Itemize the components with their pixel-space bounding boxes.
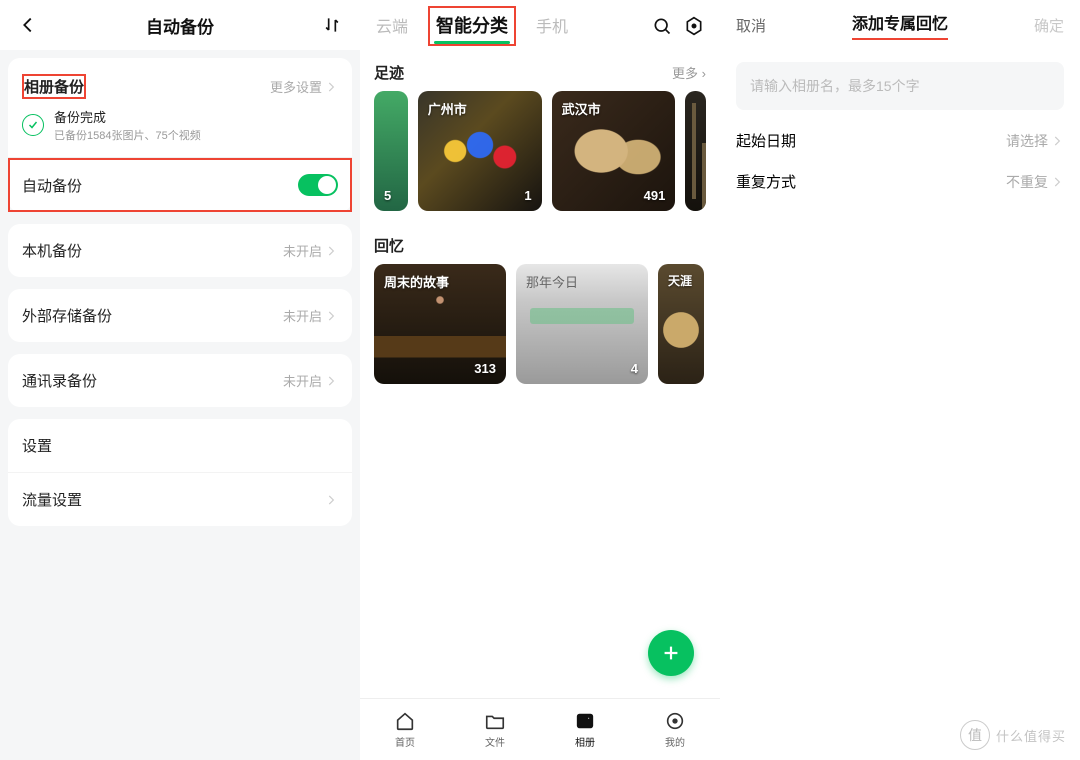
- local-backup-value: 未开启: [283, 241, 322, 260]
- tile-count: 1: [524, 188, 531, 203]
- row-repeat[interactable]: 重复方式 不重复: [736, 151, 1064, 192]
- nav-home[interactable]: 首页: [360, 699, 450, 760]
- tile-count: 4: [631, 361, 638, 376]
- footprint-tile-3[interactable]: [685, 91, 706, 211]
- tab-cloud[interactable]: 云端: [374, 9, 410, 43]
- album-name-input[interactable]: 请输入相册名，最多15个字: [736, 62, 1064, 110]
- cancel-button[interactable]: 取消: [736, 15, 766, 36]
- top-bar: 云端 智能分类 手机: [360, 0, 720, 52]
- row-start-date[interactable]: 起始日期 请选择: [736, 110, 1064, 151]
- footprint-more[interactable]: 更多 ›: [672, 63, 706, 82]
- repeat-label: 重复方式: [736, 171, 796, 192]
- placeholder-text: 请输入相册名，最多15个字: [750, 78, 920, 94]
- card-external-backup[interactable]: 外部存储备份 未开启: [8, 289, 352, 342]
- header: 取消 添加专属回忆 确定: [720, 0, 1080, 50]
- memory-tile-0[interactable]: 周末的故事 313: [374, 264, 506, 384]
- nav-label: 我的: [665, 734, 685, 749]
- tile-name: 广州市: [428, 99, 467, 118]
- memory-strip[interactable]: 周末的故事 313 那年今日 4 天涯: [360, 264, 720, 384]
- tile-name: 那年今日: [526, 272, 578, 291]
- auto-backup-label: 自动备份: [22, 175, 82, 196]
- auto-backup-toggle[interactable]: [298, 174, 338, 196]
- contacts-backup-label: 通讯录备份: [22, 370, 97, 391]
- more-settings-link[interactable]: 更多设置: [270, 77, 338, 96]
- traffic-label: 流量设置: [22, 489, 82, 510]
- card-settings-group: 设置 流量设置: [8, 419, 352, 526]
- nav-label: 相册: [575, 734, 595, 749]
- memory-tile-2[interactable]: 天涯: [658, 264, 704, 384]
- status-sub: 已备份1584张图片、75个视频: [54, 127, 201, 143]
- check-circle-icon: [22, 114, 44, 136]
- nav-files[interactable]: 文件: [450, 699, 540, 760]
- section-memory-head: 回忆: [360, 211, 720, 264]
- confirm-button[interactable]: 确定: [1034, 15, 1064, 36]
- hex-icon[interactable]: [682, 14, 706, 38]
- body: 请输入相册名，最多15个字 起始日期 请选择 重复方式 不重复: [720, 50, 1080, 204]
- page-title: 自动备份: [146, 13, 214, 38]
- bottom-nav: 首页 文件 相册 我的: [360, 698, 720, 760]
- tile-name: 周末的故事: [384, 272, 449, 291]
- card-album-backup: 相册备份 更多设置 备份完成 已备份1584张图片、75个视频: [8, 58, 352, 212]
- watermark: 值 什么值得买: [960, 720, 1066, 750]
- start-date-value: 请选择: [1006, 131, 1048, 151]
- start-date-label: 起始日期: [736, 130, 796, 151]
- contacts-backup-value: 未开启: [283, 371, 322, 390]
- watermark-text: 什么值得买: [996, 726, 1066, 745]
- memory-title: 回忆: [374, 235, 404, 256]
- footprint-tile-2[interactable]: 武汉市 491: [552, 91, 676, 211]
- header: 自动备份: [0, 0, 360, 50]
- nav-album[interactable]: 相册: [540, 699, 630, 760]
- external-backup-value: 未开启: [283, 306, 322, 325]
- tile-name: 天涯: [668, 272, 692, 289]
- tile-count: 5: [384, 188, 391, 203]
- row-auto-backup[interactable]: 自动备份: [8, 157, 352, 212]
- repeat-value: 不重复: [1006, 172, 1048, 192]
- status-title: 备份完成: [54, 107, 201, 126]
- watermark-badge: 值: [960, 720, 990, 750]
- search-icon[interactable]: [650, 14, 674, 38]
- sort-icon[interactable]: [320, 13, 344, 37]
- page-title: 添加专属回忆: [852, 10, 948, 40]
- album-backup-label: 相册备份: [22, 74, 86, 99]
- tab-smart-highlight: 智能分类: [428, 6, 516, 46]
- row-traffic[interactable]: 流量设置: [8, 472, 352, 526]
- tabs: 云端 智能分类 手机: [374, 6, 642, 46]
- tile-name: 武汉市: [562, 99, 601, 118]
- pane-auto-backup: 自动备份 相册备份 更多设置 备份: [0, 0, 360, 760]
- tile-count: 491: [644, 188, 666, 203]
- fab-add[interactable]: [648, 630, 694, 676]
- local-backup-label: 本机备份: [22, 240, 82, 261]
- backup-status: 备份完成 已备份1584张图片、75个视频: [8, 107, 352, 157]
- footprint-title: 足迹: [374, 62, 404, 83]
- card-local-backup[interactable]: 本机备份 未开启: [8, 224, 352, 277]
- row-album-backup-heading[interactable]: 相册备份 更多设置: [8, 58, 352, 107]
- pane-album: 云端 智能分类 手机 足迹 更多 › 5 广州市 1: [360, 0, 720, 760]
- settings-label: 设置: [22, 435, 52, 456]
- more-settings-text: 更多设置: [270, 77, 322, 96]
- section-footprint-head: 足迹 更多 ›: [360, 52, 720, 91]
- tab-smart[interactable]: 智能分类: [434, 8, 510, 44]
- footprint-tile-0[interactable]: 5: [374, 91, 408, 211]
- tile-count: 313: [474, 361, 496, 376]
- nav-label: 文件: [485, 734, 505, 749]
- footprint-tile-1[interactable]: 广州市 1: [418, 91, 542, 211]
- tab-phone[interactable]: 手机: [534, 9, 570, 43]
- nav-label: 首页: [395, 734, 415, 749]
- external-backup-label: 外部存储备份: [22, 305, 112, 326]
- row-settings[interactable]: 设置: [8, 419, 352, 472]
- footprint-strip[interactable]: 5 广州市 1 武汉市 491: [360, 91, 720, 211]
- memory-tile-1[interactable]: 那年今日 4: [516, 264, 648, 384]
- card-contacts-backup[interactable]: 通讯录备份 未开启: [8, 354, 352, 407]
- pane-add-memory: 取消 添加专属回忆 确定 请输入相册名，最多15个字 起始日期 请选择 重复方式…: [720, 0, 1080, 760]
- back-icon[interactable]: [16, 13, 40, 37]
- nav-mine[interactable]: 我的: [630, 699, 720, 760]
- body: 相册备份 更多设置 备份完成 已备份1584张图片、75个视频: [0, 50, 360, 760]
